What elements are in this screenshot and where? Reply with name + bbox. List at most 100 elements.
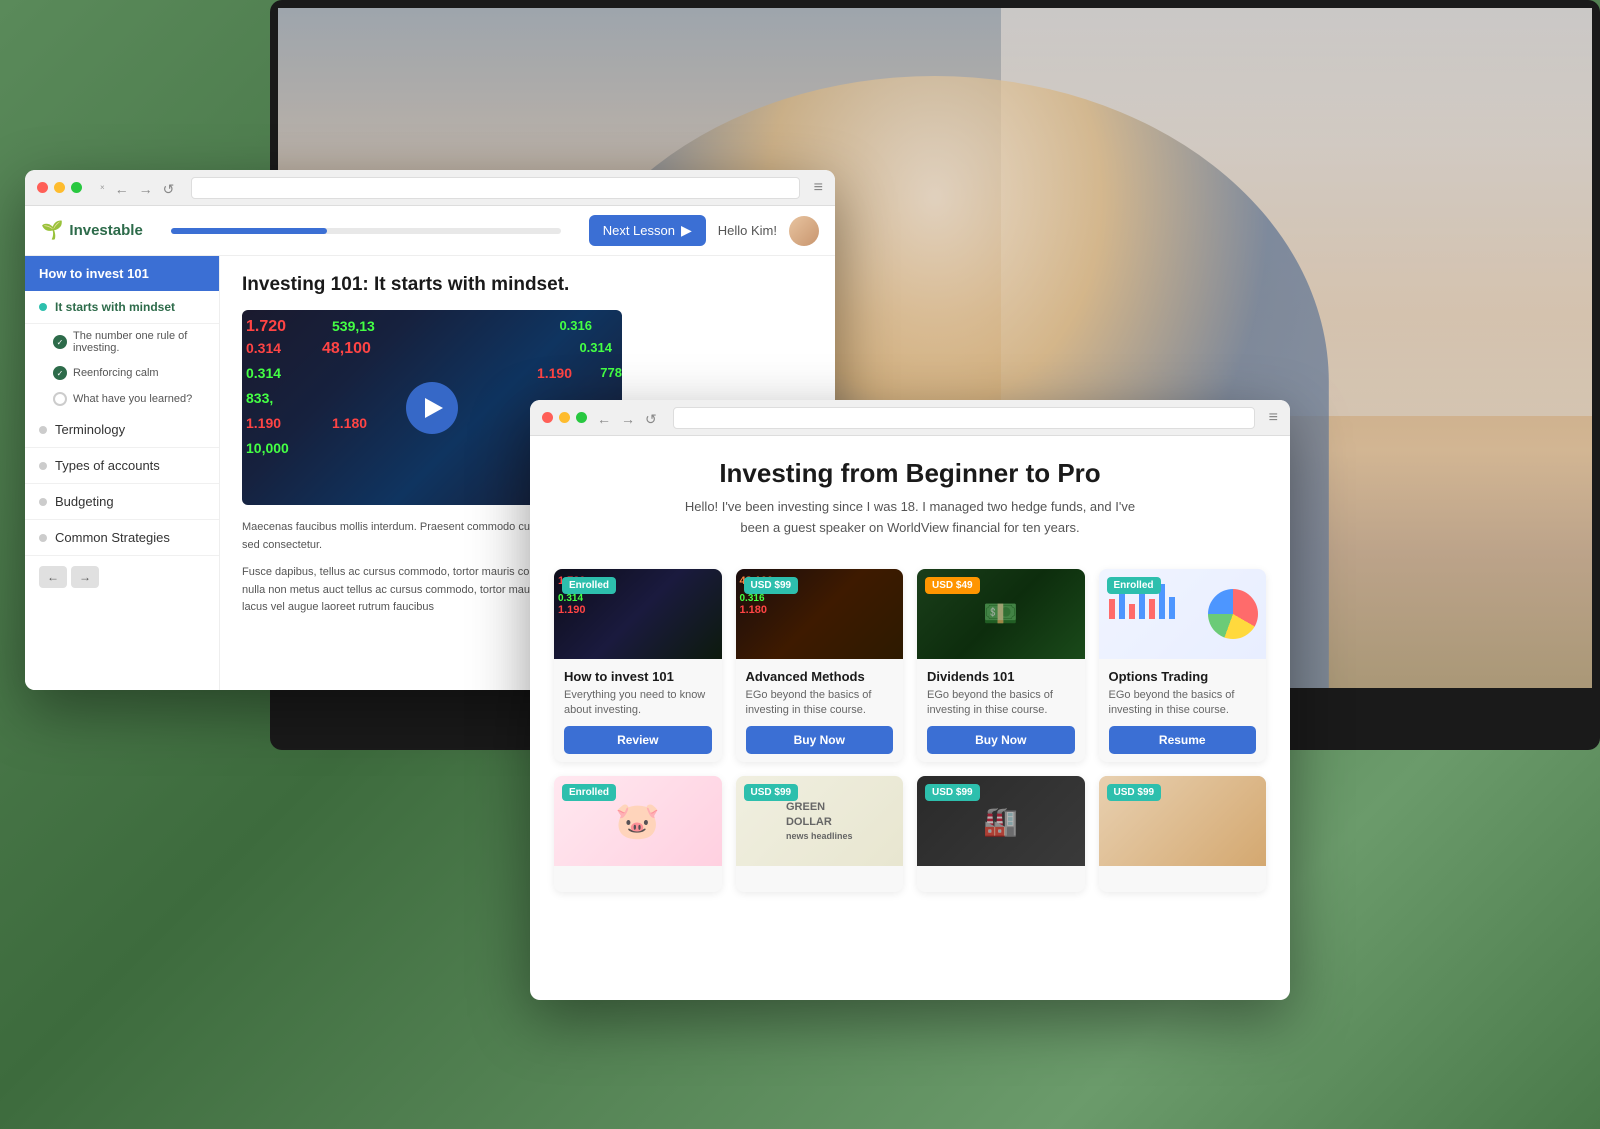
- close-button-2[interactable]: [542, 412, 553, 423]
- course-badge-6: USD $99: [744, 784, 799, 801]
- back-button[interactable]: ←: [115, 181, 129, 195]
- course-desc-4: EGo beyond the basics of investing in th…: [1109, 688, 1257, 719]
- tab-close[interactable]: ×: [100, 183, 105, 192]
- course-card-3: 💵 USD $49 Dividends 101 EGo beyond the b…: [917, 569, 1085, 763]
- address-bar-2[interactable]: [673, 407, 1255, 429]
- sidebar-item-types-of-accounts[interactable]: Types of accounts: [25, 448, 219, 484]
- course-desc-3: EGo beyond the basics of investing in th…: [927, 688, 1075, 719]
- next-lesson-button[interactable]: Next Lesson ▶: [589, 215, 706, 246]
- courses-grid-row2: 🐷 Enrolled GREEN DOLLAR news hea: [554, 776, 1266, 892]
- course-name-4: Options Trading: [1109, 669, 1257, 684]
- course-card-1: 1.720 0.314 1.190 Enrolled How to invest…: [554, 569, 722, 763]
- course-card-8: USD $99: [1099, 776, 1267, 892]
- course-info-5: [554, 866, 722, 892]
- minimize-button-2[interactable]: [559, 412, 570, 423]
- course-badge-7: USD $99: [925, 784, 980, 801]
- next-lesson-arrow-icon: ▶: [681, 222, 692, 239]
- progress-bar-container: [171, 228, 561, 234]
- radio-empty-icon: [53, 392, 67, 406]
- sidebar-dot-terminology: [39, 426, 47, 434]
- course-badge-5: Enrolled: [562, 784, 616, 801]
- catalog-subtitle: Hello! I've been investing since I was 1…: [670, 497, 1150, 539]
- next-arrow-button[interactable]: →: [71, 566, 99, 588]
- back-button-2[interactable]: ←: [597, 411, 611, 425]
- course-name-3: Dividends 101: [927, 669, 1075, 684]
- sidebar-item-common-strategies[interactable]: Common Strategies: [25, 520, 219, 556]
- course-badge-8: USD $99: [1107, 784, 1162, 801]
- check-icon: ✓: [53, 335, 67, 349]
- play-icon: [425, 398, 443, 418]
- refresh-button-2[interactable]: ↺: [645, 411, 659, 425]
- progress-bar-fill: [171, 228, 327, 234]
- course-info-4: Options Trading EGo beyond the basics of…: [1099, 659, 1267, 763]
- course-badge-2: USD $99: [744, 577, 799, 594]
- sidebar-mindset-label: It starts with mindset: [55, 300, 175, 314]
- address-bar[interactable]: [191, 177, 800, 199]
- sidebar-sub-calm[interactable]: ✓ Reenforcing calm: [25, 360, 219, 386]
- logo-leaf-icon: 🌱: [41, 220, 63, 241]
- sidebar-dot-budgeting: [39, 498, 47, 506]
- sidebar-sub-label-1: The number one rule of investing.: [73, 330, 205, 354]
- sidebar-item-terminology[interactable]: Terminology: [25, 412, 219, 448]
- sidebar-item-budgeting[interactable]: Budgeting: [25, 484, 219, 520]
- browser-chrome-2: ← → ↺ ≡: [530, 400, 1290, 436]
- play-button[interactable]: [406, 382, 458, 434]
- content-title: Investing 101: It starts with mindset.: [242, 274, 813, 296]
- course-info-8: [1099, 866, 1267, 892]
- course-review-button-1[interactable]: Review: [564, 726, 712, 754]
- sidebar-item-mindset[interactable]: It starts with mindset: [25, 291, 219, 324]
- sidebar-dot-icon: [39, 303, 47, 311]
- refresh-button[interactable]: ↺: [163, 181, 177, 195]
- catalog-title: Investing from Beginner to Pro: [554, 458, 1266, 489]
- nav-arrows: ← →: [25, 556, 219, 598]
- course-resume-button-4[interactable]: Resume: [1109, 726, 1257, 754]
- sidebar-sub-learned[interactable]: What have you learned?: [25, 386, 219, 412]
- course-card-6: GREEN DOLLAR news headlines USD $99: [736, 776, 904, 892]
- pie-chart: [1208, 589, 1258, 639]
- sidebar-item-how-to-invest[interactable]: How to invest 101: [25, 256, 219, 291]
- course-card-4: Enrolled Options Trading EGo beyond the …: [1099, 569, 1267, 763]
- course-thumb-7: 🏭 USD $99: [917, 776, 1085, 866]
- browser-chrome-1: × ← → ↺ ≡: [25, 170, 835, 206]
- course-buy-button-3[interactable]: Buy Now: [927, 726, 1075, 754]
- sidebar-strategies-label: Common Strategies: [55, 530, 170, 545]
- forward-button[interactable]: →: [139, 181, 153, 195]
- browser-menu-2[interactable]: ≡: [1269, 409, 1278, 427]
- sidebar-terminology-label: Terminology: [55, 422, 125, 437]
- course-name-1: How to invest 101: [564, 669, 712, 684]
- next-lesson-label: Next Lesson: [603, 223, 675, 238]
- course-card-7: 🏭 USD $99: [917, 776, 1085, 892]
- course-thumb-5: 🐷 Enrolled: [554, 776, 722, 866]
- sidebar-dot-accounts: [39, 462, 47, 470]
- browser-menu[interactable]: ≡: [814, 179, 823, 197]
- course-buy-button-2[interactable]: Buy Now: [746, 726, 894, 754]
- close-button[interactable]: [37, 182, 48, 193]
- course-desc-1: Everything you need to know about invest…: [564, 688, 712, 719]
- course-badge-1: Enrolled: [562, 577, 616, 594]
- minimize-button[interactable]: [54, 182, 65, 193]
- course-desc-2: EGo beyond the basics of investing in th…: [746, 688, 894, 719]
- prev-arrow-button[interactable]: ←: [39, 566, 67, 588]
- logo: 🌱 Investable: [41, 220, 143, 241]
- forward-button-2[interactable]: →: [621, 411, 635, 425]
- course-card-5: 🐷 Enrolled: [554, 776, 722, 892]
- course-thumb-2: 48,100 0.316 1.180 USD $99: [736, 569, 904, 659]
- sidebar: How to invest 101 It starts with mindset…: [25, 256, 220, 690]
- sidebar-sub-label-2: Reenforcing calm: [73, 367, 159, 379]
- course-thumb-3: 💵 USD $49: [917, 569, 1085, 659]
- course-thumb-4: Enrolled: [1099, 569, 1267, 659]
- course-info-3: Dividends 101 EGo beyond the basics of i…: [917, 659, 1085, 763]
- course-thumb-8: USD $99: [1099, 776, 1267, 866]
- browser-window-2: ← → ↺ ≡ Investing from Beginner to Pro H…: [530, 400, 1290, 1000]
- logo-text: Investable: [69, 222, 142, 239]
- courses-grid: 1.720 0.314 1.190 Enrolled How to invest…: [554, 569, 1266, 763]
- maximize-button[interactable]: [71, 182, 82, 193]
- sidebar-sub-label-3: What have you learned?: [73, 393, 192, 405]
- sidebar-sub-number-one[interactable]: ✓ The number one rule of investing.: [25, 324, 219, 360]
- course-badge-4: Enrolled: [1107, 577, 1161, 594]
- course-thumb-6: GREEN DOLLAR news headlines USD $99: [736, 776, 904, 866]
- maximize-button-2[interactable]: [576, 412, 587, 423]
- hello-text: Hello Kim!: [718, 223, 777, 238]
- catalog-header: Investing from Beginner to Pro Hello! I'…: [554, 436, 1266, 553]
- course-info-1: How to invest 101 Everything you need to…: [554, 659, 722, 763]
